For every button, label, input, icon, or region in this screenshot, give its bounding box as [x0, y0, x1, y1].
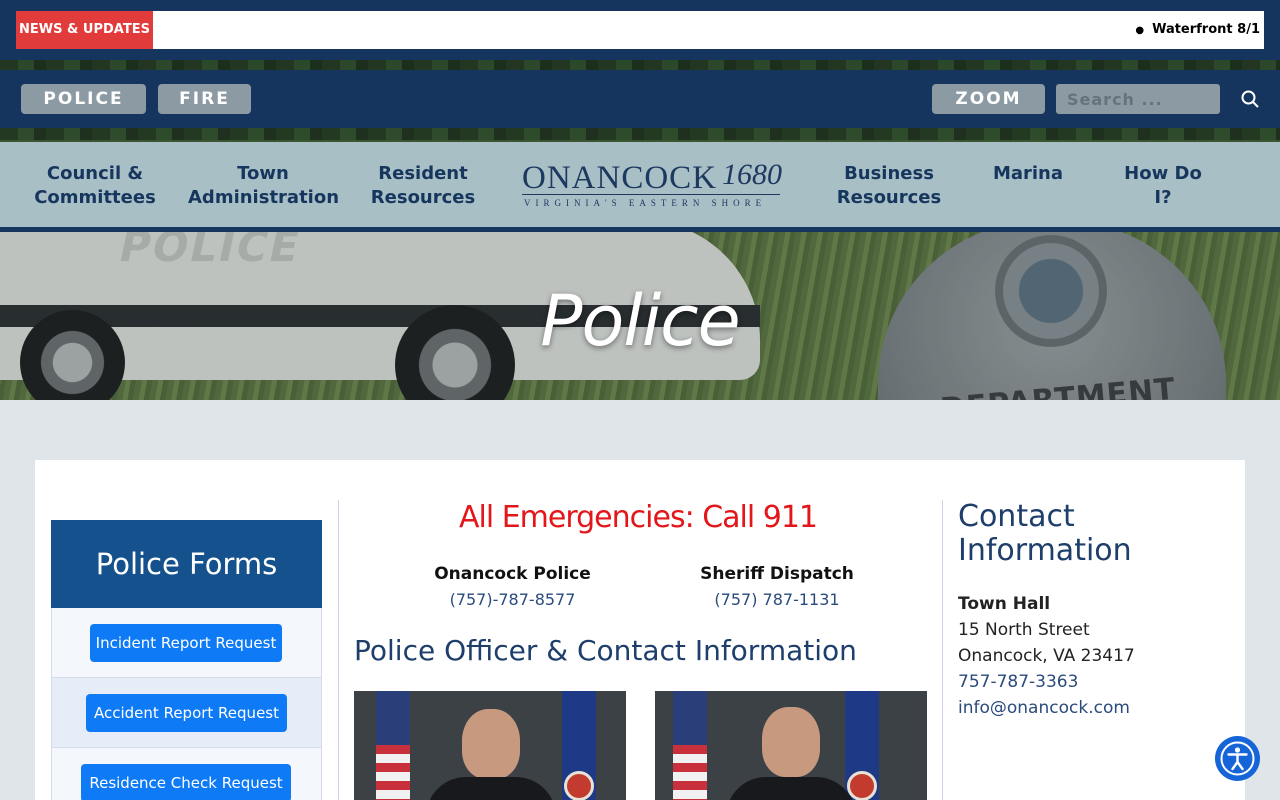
logo-name: ONANCOCK	[522, 160, 718, 196]
nav-resident-resources[interactable]: Resident Resources	[368, 162, 478, 210]
nav-business-resources[interactable]: Business Resources	[834, 162, 944, 210]
contact-place: Town Hall	[958, 594, 1051, 614]
contact-phone[interactable]: (757) 787-1131	[695, 590, 859, 609]
contact-phone[interactable]: (757)-787-8577	[430, 590, 595, 609]
onancock-police-contact: Onancock Police (757)-787-8577	[430, 564, 595, 609]
accessibility-button[interactable]	[1215, 736, 1260, 781]
logo-year: 1680	[722, 158, 782, 191]
column-divider	[338, 500, 339, 800]
contact-information-title: Contact Information	[958, 499, 1132, 568]
form-row: Residence Check Request	[51, 748, 322, 800]
column-divider	[942, 500, 943, 800]
zoom-button[interactable]: ZOOM	[932, 84, 1045, 114]
news-updates-label[interactable]: NEWS & UPDATES	[16, 11, 153, 49]
contact-phone-link[interactable]: 757-787-3363	[958, 669, 1135, 695]
section-title: Police Officer & Contact Information	[354, 634, 857, 667]
news-ticker-bar: NEWS & UPDATES ● Waterfront 8/1	[0, 0, 1280, 60]
nav-town-administration[interactable]: Town Administration	[188, 162, 340, 210]
nav-label-line2: I?	[1154, 187, 1172, 208]
contact-email-link[interactable]: info@onancock.com	[958, 695, 1135, 721]
content-card: Police Forms Incident Report Request Acc…	[35, 460, 1245, 800]
nav-label-line2: Resources	[370, 187, 476, 208]
search-icon[interactable]	[1240, 89, 1260, 109]
officer-uniform	[726, 777, 856, 800]
accessibility-icon	[1220, 741, 1255, 776]
officer-photo	[354, 691, 626, 800]
ticker-item[interactable]: ● Waterfront 8/1	[1135, 11, 1260, 49]
officer-uniform	[426, 777, 556, 800]
fire-button[interactable]: FIRE	[158, 84, 251, 114]
us-flag-canton	[673, 691, 707, 745]
nav-label-line1: Town	[237, 163, 289, 184]
nav-how-do-i[interactable]: How Do I?	[1118, 162, 1208, 210]
virginia-seal	[847, 771, 877, 800]
nav-label-line2: Administration	[188, 187, 340, 208]
residence-check-request-button[interactable]: Residence Check Request	[81, 764, 291, 800]
officer-photo	[655, 691, 927, 800]
officer-head	[762, 707, 820, 777]
nav-label-line2: Resources	[836, 187, 942, 208]
page-title: Police	[540, 280, 741, 362]
us-flag-canton	[376, 691, 410, 745]
logo-rule	[522, 194, 780, 195]
virginia-seal	[564, 771, 594, 800]
nav-label-line1: Council &	[46, 163, 144, 184]
contact-information-details: Town Hall 15 North Street Onancock, VA 2…	[958, 591, 1135, 721]
contact-name: Onancock Police	[434, 564, 591, 584]
form-row: Accident Report Request	[51, 678, 322, 748]
sheriff-dispatch-contact: Sheriff Dispatch (757) 787-1131	[695, 564, 859, 609]
nav-council-committees[interactable]: Council & Committees	[28, 162, 162, 210]
onancock-logo[interactable]: ONANCOCK 1680 VIRGINIA'S EASTERN SHORE	[522, 158, 782, 212]
contact-name: Sheriff Dispatch	[700, 564, 854, 584]
nav-marina[interactable]: Marina	[988, 162, 1068, 186]
emergency-notice: All Emergencies: Call 911	[458, 500, 818, 535]
accident-report-request-button[interactable]: Accident Report Request	[86, 694, 287, 732]
news-ticker: NEWS & UPDATES ● Waterfront 8/1	[15, 10, 1265, 50]
bullet-icon: ●	[1135, 25, 1145, 36]
police-forms-heading: Police Forms	[51, 520, 322, 608]
ticker-item-text[interactable]: Waterfront 8/1	[1152, 22, 1260, 37]
main-nav: Council & Committees Town Administration…	[0, 142, 1280, 232]
contact-street: 15 North Street	[958, 620, 1090, 640]
utility-bar: POLICE FIRE ZOOM	[0, 70, 1280, 128]
nav-label-line1: Resident	[378, 163, 468, 184]
police-forms-panel: Police Forms Incident Report Request Acc…	[51, 520, 322, 800]
nav-label-line1: Marina	[992, 163, 1064, 184]
nav-label-line1: How Do	[1124, 163, 1202, 184]
search-input[interactable]	[1056, 84, 1220, 114]
form-row: Incident Report Request	[51, 608, 322, 678]
incident-report-request-button[interactable]: Incident Report Request	[90, 624, 282, 662]
contact-city: Onancock, VA 23417	[958, 646, 1135, 666]
officer-head	[462, 709, 520, 779]
nav-label-line1: Business	[844, 163, 934, 184]
logo-tagline: VIRGINIA'S EASTERN SHORE	[524, 198, 767, 208]
police-button[interactable]: POLICE	[21, 84, 146, 114]
nav-label-line2: Committees	[34, 187, 156, 208]
